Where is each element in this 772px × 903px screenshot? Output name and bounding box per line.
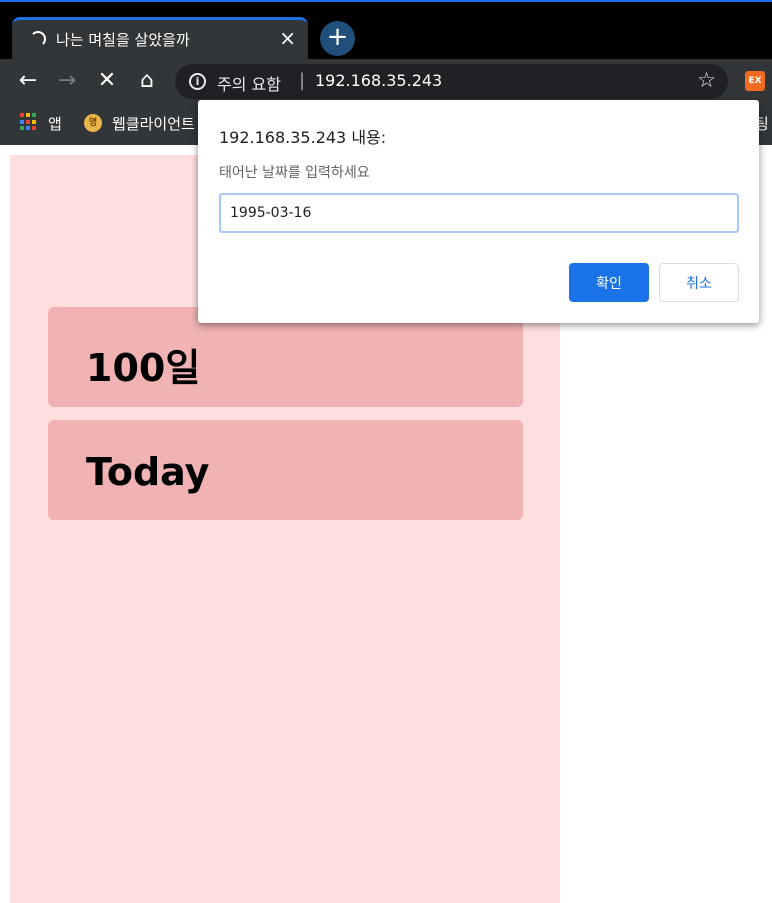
tab-close-icon[interactable]: × xyxy=(279,26,296,50)
stop-icon[interactable]: ✕ xyxy=(93,67,121,95)
prompt-dialog: 192.168.35.243 내용: 태어난 날짜를 입력하세요 확인 취소 xyxy=(198,100,759,323)
dialog-message: 태어난 날짜를 입력하세요 xyxy=(219,165,370,181)
extension-icon[interactable]: EX xyxy=(745,71,765,91)
tab-active[interactable]: 나는 며칠을 살았을까 × xyxy=(12,17,308,60)
tab-strip: 나는 며칠을 살았을까 × + xyxy=(0,2,772,60)
apps-grid-icon[interactable] xyxy=(20,113,38,131)
url-text[interactable]: 192.168.35.243 xyxy=(315,71,442,90)
dialog-title: 192.168.35.243 내용: xyxy=(219,128,387,147)
bookmark-apps-label[interactable]: 앱 xyxy=(48,113,62,134)
navigation-toolbar: ← → ✕ ⌂ i 주의 요함 | 192.168.35.243 ☆ EX xyxy=(0,59,772,103)
address-bar[interactable]: i 주의 요함 | 192.168.35.243 ☆ xyxy=(175,64,728,99)
tab-title: 나는 며칠을 살았을까 xyxy=(56,31,190,49)
security-status[interactable]: 주의 요함 xyxy=(217,71,281,95)
card-title: Today xyxy=(86,450,210,494)
ok-button[interactable]: 확인 xyxy=(569,263,649,302)
bookmark-item[interactable]: 웹클라이언트 xyxy=(112,113,195,134)
info-icon[interactable]: i xyxy=(189,73,206,90)
loading-spinner-icon xyxy=(30,31,46,47)
card-today[interactable]: Today xyxy=(48,420,523,520)
home-icon[interactable]: ⌂ xyxy=(133,67,161,95)
bookmark-star-icon[interactable]: ☆ xyxy=(697,68,716,92)
birthdate-input[interactable] xyxy=(219,193,739,233)
bookmark-favicon-icon: 명 xyxy=(84,114,102,132)
new-tab-icon[interactable]: + xyxy=(320,21,355,56)
back-icon[interactable]: ← xyxy=(14,67,42,95)
forward-icon[interactable]: → xyxy=(53,67,81,95)
card-title: 100일 xyxy=(86,346,201,390)
cancel-button[interactable]: 취소 xyxy=(659,263,739,302)
address-separator: | xyxy=(299,70,306,91)
